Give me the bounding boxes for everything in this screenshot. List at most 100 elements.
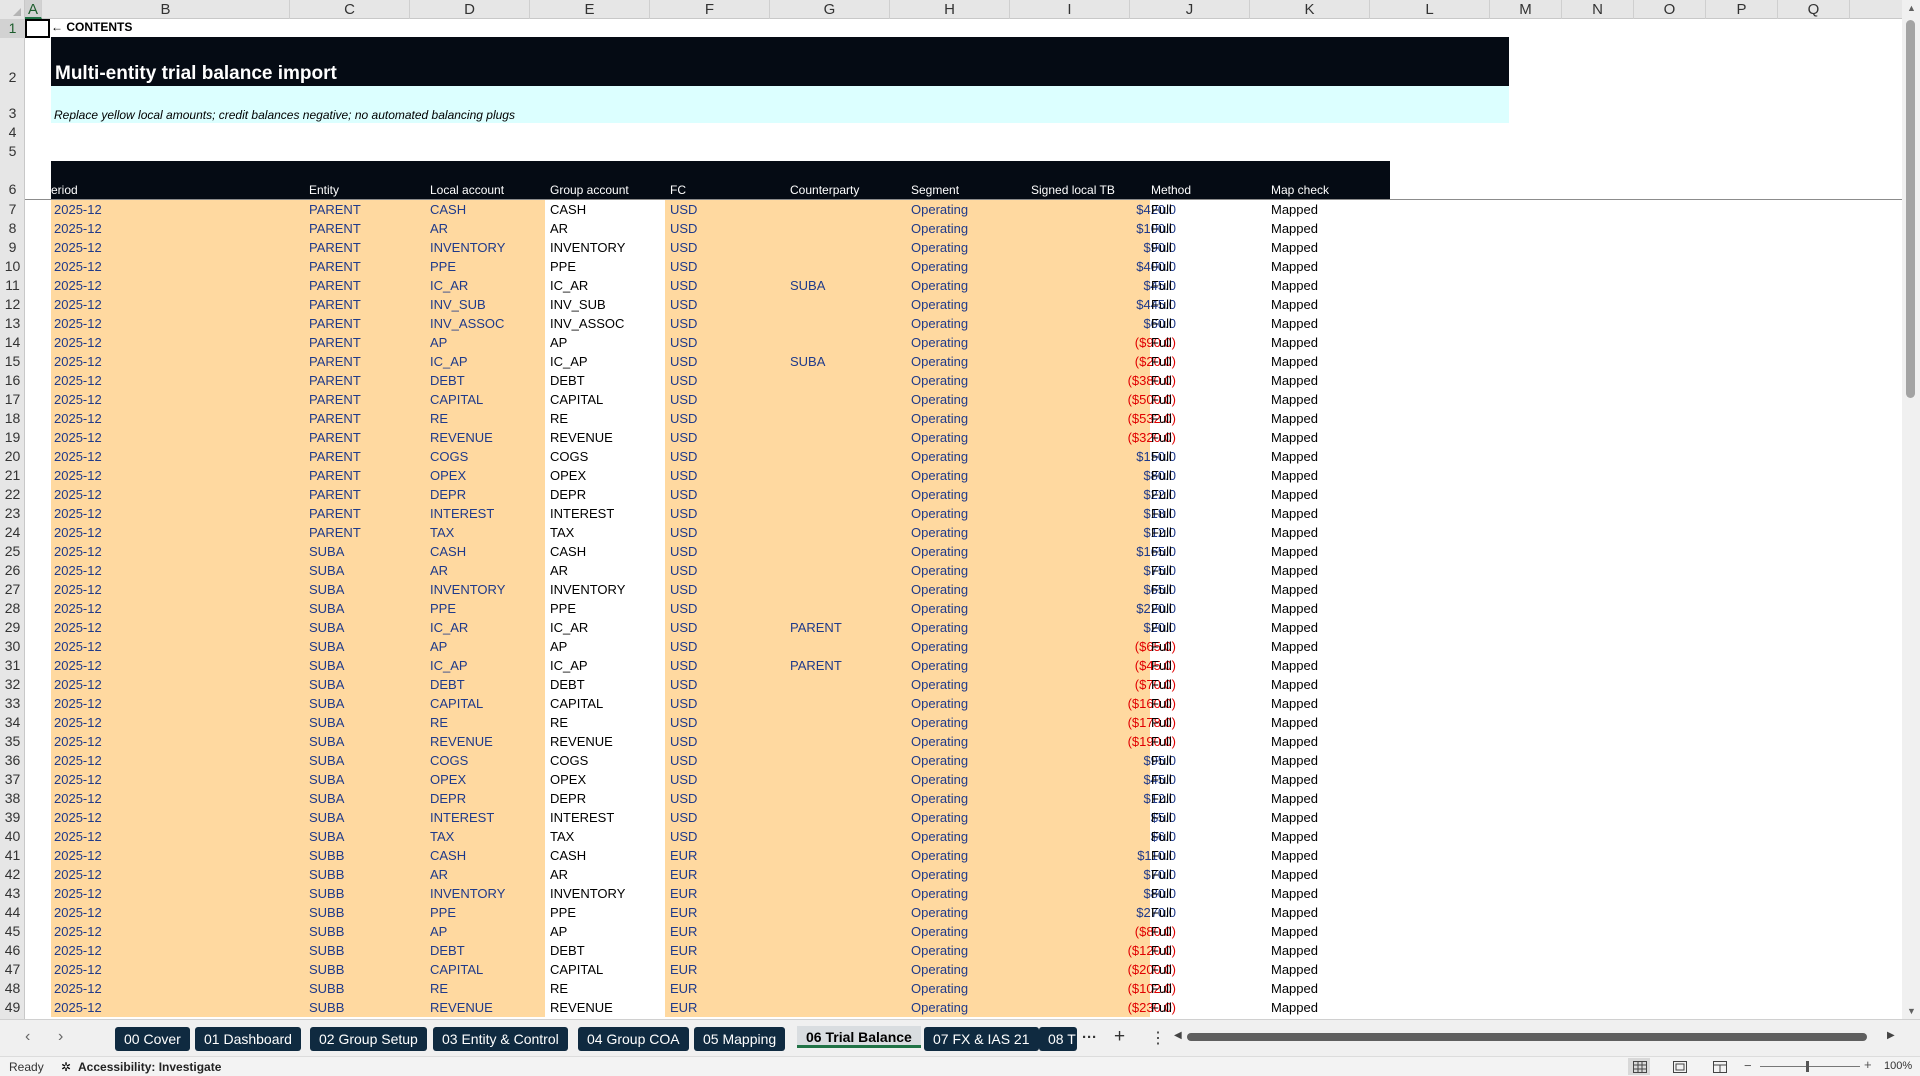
cell-segment[interactable]: Operating bbox=[911, 772, 968, 787]
cell-period[interactable]: 2025-12 bbox=[54, 772, 102, 787]
cell-method[interactable]: Full bbox=[1151, 316, 1172, 331]
cell-segment[interactable]: Operating bbox=[911, 696, 968, 711]
cell-entity[interactable]: SUBA bbox=[309, 734, 344, 749]
cell-group-account[interactable]: DEBT bbox=[550, 677, 585, 692]
cell-period[interactable]: 2025-12 bbox=[54, 506, 102, 521]
cell-period[interactable]: 2025-12 bbox=[54, 639, 102, 654]
column-header-n[interactable]: N bbox=[1562, 0, 1634, 19]
cell-segment[interactable]: Operating bbox=[911, 202, 968, 217]
cell-period[interactable]: 2025-12 bbox=[54, 943, 102, 958]
page-layout-icon[interactable] bbox=[1668, 1058, 1690, 1075]
cell-segment[interactable]: Operating bbox=[911, 981, 968, 996]
row-header-18[interactable]: 18 bbox=[0, 409, 25, 428]
row-header-1[interactable]: 1 bbox=[0, 19, 25, 38]
cell-segment[interactable]: Operating bbox=[911, 373, 968, 388]
cell-method[interactable]: Full bbox=[1151, 829, 1172, 844]
row-header-34[interactable]: 34 bbox=[0, 713, 25, 732]
cell-group-account[interactable]: INV_SUB bbox=[550, 297, 606, 312]
cell-period[interactable]: 2025-12 bbox=[54, 696, 102, 711]
row-header-19[interactable]: 19 bbox=[0, 428, 25, 447]
cell-segment[interactable]: Operating bbox=[911, 449, 968, 464]
scroll-up-icon[interactable]: ▲ bbox=[1907, 3, 1916, 13]
cell-period[interactable]: 2025-12 bbox=[54, 582, 102, 597]
row-header-15[interactable]: 15 bbox=[0, 352, 25, 371]
cell-method[interactable]: Full bbox=[1151, 354, 1172, 369]
cell-map-check[interactable]: Mapped bbox=[1271, 563, 1318, 578]
select-all-corner[interactable] bbox=[0, 0, 25, 19]
cell-segment[interactable]: Operating bbox=[911, 582, 968, 597]
cell-method[interactable]: Full bbox=[1151, 886, 1172, 901]
cell-group-account[interactable]: RE bbox=[550, 715, 568, 730]
cell-segment[interactable]: Operating bbox=[911, 354, 968, 369]
cell-method[interactable]: Full bbox=[1151, 639, 1172, 654]
cell-group-account[interactable]: INVENTORY bbox=[550, 240, 625, 255]
column-header-q[interactable]: Q bbox=[1778, 0, 1850, 19]
column-header-i[interactable]: I bbox=[1010, 0, 1130, 19]
cell-local-account[interactable]: IC_AP bbox=[430, 354, 468, 369]
cell-map-check[interactable]: Mapped bbox=[1271, 316, 1318, 331]
cell-segment[interactable]: Operating bbox=[911, 867, 968, 882]
cell-entity[interactable]: SUBA bbox=[309, 544, 344, 559]
cell-map-check[interactable]: Mapped bbox=[1271, 354, 1318, 369]
cell-period[interactable]: 2025-12 bbox=[54, 677, 102, 692]
cell-method[interactable]: Full bbox=[1151, 658, 1172, 673]
horizontal-scrollbar[interactable]: ◀ ▶ bbox=[1172, 1028, 1902, 1046]
cell-fc[interactable]: EUR bbox=[670, 962, 697, 977]
cell-map-check[interactable]: Mapped bbox=[1271, 335, 1318, 350]
cell-period[interactable]: 2025-12 bbox=[54, 658, 102, 673]
cell-method[interactable]: Full bbox=[1151, 582, 1172, 597]
cell-fc[interactable]: USD bbox=[670, 202, 697, 217]
cell-group-account[interactable]: PPE bbox=[550, 601, 576, 616]
cell-segment[interactable]: Operating bbox=[911, 639, 968, 654]
cell-method[interactable]: Full bbox=[1151, 810, 1172, 825]
row-header-48[interactable]: 48 bbox=[0, 979, 25, 998]
cell-period[interactable]: 2025-12 bbox=[54, 981, 102, 996]
sheet-tab[interactable]: 00 Cover bbox=[115, 1027, 190, 1051]
cell-local-account[interactable]: DEPR bbox=[430, 791, 466, 806]
cell-fc[interactable]: EUR bbox=[670, 924, 697, 939]
row-header-28[interactable]: 28 bbox=[0, 599, 25, 618]
cell-local-account[interactable]: TAX bbox=[430, 525, 454, 540]
cell-segment[interactable]: Operating bbox=[911, 886, 968, 901]
cell-entity[interactable]: SUBA bbox=[309, 715, 344, 730]
cell-group-account[interactable]: DEBT bbox=[550, 943, 585, 958]
cell-counterparty[interactable]: PARENT bbox=[790, 620, 842, 635]
cell-fc[interactable]: USD bbox=[670, 601, 697, 616]
cell-map-check[interactable]: Mapped bbox=[1271, 658, 1318, 673]
column-header-k[interactable]: K bbox=[1250, 0, 1370, 19]
worksheet-grid[interactable]: ← CONTENTS Multi-entity trial balance im… bbox=[25, 19, 1902, 1019]
cell-fc[interactable]: USD bbox=[670, 335, 697, 350]
cell-fc[interactable]: USD bbox=[670, 278, 697, 293]
cell-group-account[interactable]: CASH bbox=[550, 544, 586, 559]
cell-map-check[interactable]: Mapped bbox=[1271, 202, 1318, 217]
row-header-33[interactable]: 33 bbox=[0, 694, 25, 713]
cell-local-account[interactable]: DEBT bbox=[430, 373, 465, 388]
cell-group-account[interactable]: COGS bbox=[550, 449, 588, 464]
cell-entity[interactable]: PARENT bbox=[309, 468, 361, 483]
column-header-h[interactable]: H bbox=[890, 0, 1010, 19]
cell-fc[interactable]: USD bbox=[670, 297, 697, 312]
cell-group-account[interactable]: INV_ASSOC bbox=[550, 316, 624, 331]
cell-group-account[interactable]: AR bbox=[550, 867, 568, 882]
cell-segment[interactable]: Operating bbox=[911, 848, 968, 863]
cell-fc[interactable]: USD bbox=[670, 240, 697, 255]
cell-fc[interactable]: EUR bbox=[670, 905, 697, 920]
cell-method[interactable]: Full bbox=[1151, 1000, 1172, 1015]
cell-group-account[interactable]: REVENUE bbox=[550, 734, 613, 749]
cell-entity[interactable]: PARENT bbox=[309, 449, 361, 464]
cell-method[interactable]: Full bbox=[1151, 696, 1172, 711]
cell-local-account[interactable]: INVENTORY bbox=[430, 886, 505, 901]
zoom-out-icon[interactable]: − bbox=[1744, 1058, 1752, 1073]
column-header-e[interactable]: E bbox=[530, 0, 650, 19]
cell-map-check[interactable]: Mapped bbox=[1271, 221, 1318, 236]
cell-group-account[interactable]: REVENUE bbox=[550, 430, 613, 445]
row-header-2[interactable]: 2 bbox=[0, 38, 25, 87]
cell-fc[interactable]: USD bbox=[670, 468, 697, 483]
cell-map-check[interactable]: Mapped bbox=[1271, 639, 1318, 654]
cell-fc[interactable]: USD bbox=[670, 449, 697, 464]
row-header-39[interactable]: 39 bbox=[0, 808, 25, 827]
cell-fc[interactable]: USD bbox=[670, 392, 697, 407]
active-cell-a1[interactable] bbox=[25, 19, 50, 38]
cell-fc[interactable]: EUR bbox=[670, 886, 697, 901]
cell-method[interactable]: Full bbox=[1151, 734, 1172, 749]
